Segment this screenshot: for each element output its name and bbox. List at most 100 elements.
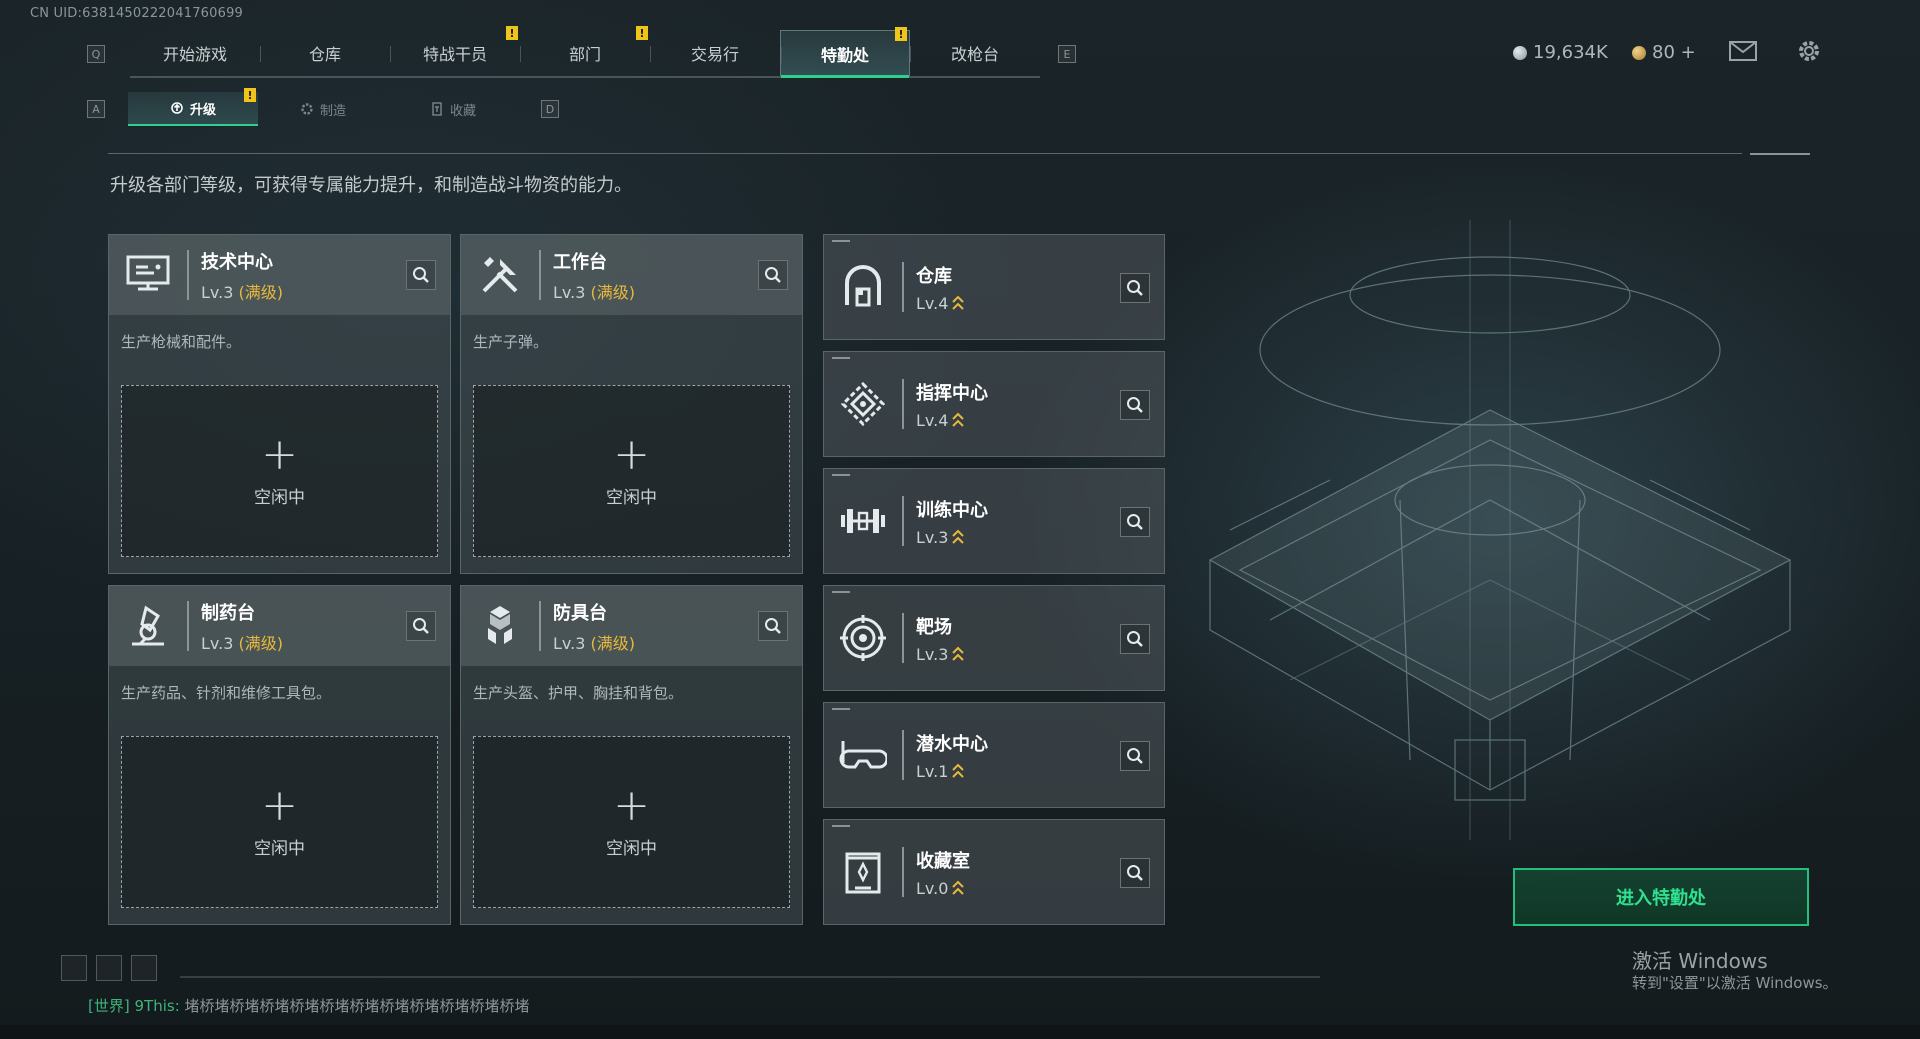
station-level: Lv.3 (满级) — [201, 630, 283, 654]
tab-warehouse[interactable]: 仓库 — [260, 30, 390, 76]
station-card-tech-center[interactable]: 技术中心 Lv.3 (满级) 生产枪械和配件。 + 空闲中 — [108, 234, 451, 574]
station-card-armor[interactable]: 防具台 Lv.3 (满级) 生产头盔、护甲、胸挂和背包。 + 空闲中 — [460, 585, 803, 925]
upgrade-icon — [171, 102, 183, 114]
quick-slot[interactable] — [131, 955, 157, 981]
tab-operators[interactable]: 特战干员! — [390, 26, 520, 76]
facility-name: 指挥中心 — [916, 382, 988, 404]
gear-icon — [301, 103, 313, 115]
inspect-button[interactable] — [1120, 507, 1150, 537]
inspect-button[interactable] — [1120, 741, 1150, 771]
station-description: 生产枪械和配件。 — [121, 333, 242, 351]
inspect-button[interactable] — [758, 260, 788, 290]
production-slot[interactable]: + 空闲中 — [121, 385, 438, 557]
quick-slot[interactable] — [61, 955, 87, 981]
facility-level: Lv.0 — [916, 879, 970, 898]
search-icon — [765, 267, 781, 283]
uid-label: CN UID:6381450222041760699 — [30, 6, 244, 21]
chat-user: 9This: — [134, 997, 180, 1015]
level-value: Lv.1 — [916, 761, 949, 781]
tab-department[interactable]: 部门! — [520, 26, 650, 76]
station-description: 生产头盔、护甲、胸挂和背包。 — [473, 684, 684, 702]
facility-diving-center[interactable]: 潜水中心 Lv.1 — [823, 702, 1165, 808]
subtab-craft[interactable]: 制造 — [258, 92, 388, 126]
enter-special-service-button[interactable]: 进入特勤处 — [1513, 868, 1809, 926]
tab-trading[interactable]: 交易行 — [650, 30, 780, 76]
goggles-icon — [824, 702, 902, 808]
inspect-button[interactable] — [1120, 390, 1150, 420]
search-icon — [1127, 280, 1143, 296]
station-name: 技术中心 — [201, 251, 273, 273]
facility-training-center[interactable]: 训练中心 Lv.3 — [823, 468, 1165, 574]
page-description: 升级各部门等级，可获得专属能力提升，和制造战斗物资的能力。 — [110, 175, 632, 196]
station-card-workbench[interactable]: 工作台 Lv.3 (满级) 生产子弹。 + 空闲中 — [460, 234, 803, 574]
production-slot[interactable]: + 空闲中 — [121, 736, 438, 908]
inspect-button[interactable] — [406, 260, 436, 290]
silver-coin-icon — [1513, 45, 1527, 60]
facility-name: 靶场 — [916, 616, 952, 638]
tab-label: 特勤处 — [820, 45, 869, 65]
upgrade-chevron-icon — [952, 880, 965, 895]
header-separator — [902, 379, 904, 429]
station-card-pharmacy[interactable]: 制药台 Lv.3 (满级) 生产药品、针剂和维修工具包。 + 空闲中 — [108, 585, 451, 925]
slot-status: 空闲中 — [254, 838, 305, 859]
facility-shooting-range[interactable]: 靶场 Lv.3 — [823, 585, 1165, 691]
target-icon — [824, 585, 902, 691]
station-name: 制药台 — [201, 602, 255, 624]
cubes-icon — [461, 586, 539, 666]
mail-icon[interactable] — [1729, 41, 1757, 65]
bottom-bar — [0, 1025, 1920, 1039]
top-nav: 开始游戏 仓库 特战干员! 部门! 交易行 特勤处! 改枪台 — [130, 26, 1040, 78]
subnav-right-key-hint[interactable]: D — [541, 100, 559, 118]
subnav-left-key-hint[interactable]: A — [87, 100, 105, 118]
microscope-icon — [109, 586, 187, 666]
facility-command-center[interactable]: 指挥中心 Lv.4 — [823, 351, 1165, 457]
gear-icon[interactable] — [1796, 38, 1822, 68]
base-model-illustration — [1208, 220, 1792, 840]
production-slot[interactable]: + 空闲中 — [473, 736, 790, 908]
command-icon — [824, 351, 902, 457]
level-value: Lv.3 — [201, 633, 234, 653]
notification-badge: ! — [636, 26, 648, 40]
nav-left-key-hint[interactable]: Q — [87, 45, 105, 63]
production-slot[interactable]: + 空闲中 — [473, 385, 790, 557]
search-icon — [1127, 514, 1143, 530]
tab-label: 特战干员 — [422, 45, 487, 64]
inspect-button[interactable] — [1120, 858, 1150, 888]
station-level: Lv.3 (满级) — [201, 279, 283, 303]
enter-button-label: 进入特勤处 — [1616, 888, 1706, 909]
tab-label: 仓库 — [308, 45, 341, 64]
gold-currency[interactable]: 80 + — [1632, 42, 1696, 63]
chat-channel: [世界] — [88, 997, 130, 1015]
header-separator — [902, 613, 904, 663]
level-value: Lv.3 — [553, 282, 586, 302]
subtab-collection[interactable]: 收藏 — [388, 92, 518, 126]
level-value: Lv.0 — [916, 878, 949, 898]
tab-label: 开始游戏 — [162, 45, 227, 64]
tools-icon — [461, 235, 539, 315]
level-value: Lv.3 — [916, 644, 949, 664]
header-separator — [902, 496, 904, 546]
inspect-button[interactable] — [406, 611, 436, 641]
search-icon — [1127, 865, 1143, 881]
facility-level: Lv.3 — [916, 644, 965, 664]
upgrade-chevron-icon — [952, 529, 965, 544]
search-icon — [1127, 748, 1143, 764]
header-separator — [902, 262, 904, 312]
station-card-header: 工作台 Lv.3 (满级) — [461, 235, 802, 315]
facility-warehouse[interactable]: 仓库 Lv.4 — [823, 234, 1165, 340]
chat-scrollbar[interactable] — [180, 976, 1320, 978]
tab-special-service[interactable]: 特勤处! — [780, 27, 910, 78]
chat-message[interactable]: [世界] 9This: 堵桥堵桥堵桥堵桥堵桥堵桥堵桥堵桥堵桥堵桥堵桥堵 — [88, 995, 530, 1016]
quick-slot[interactable] — [96, 955, 122, 981]
upgrade-chevron-icon — [952, 646, 965, 661]
facility-collection-room[interactable]: 收藏室 Lv.0 — [823, 819, 1165, 925]
nav-right-key-hint[interactable]: E — [1058, 45, 1076, 63]
tab-gunsmith[interactable]: 改枪台 — [910, 30, 1040, 76]
subtab-upgrade[interactable]: 升级 ! — [128, 88, 258, 126]
inspect-button[interactable] — [1120, 273, 1150, 303]
max-level-tag: (满级) — [238, 282, 284, 302]
tab-start-game[interactable]: 开始游戏 — [130, 30, 260, 76]
inspect-button[interactable] — [758, 611, 788, 641]
tag-line — [832, 591, 850, 593]
inspect-button[interactable] — [1120, 624, 1150, 654]
